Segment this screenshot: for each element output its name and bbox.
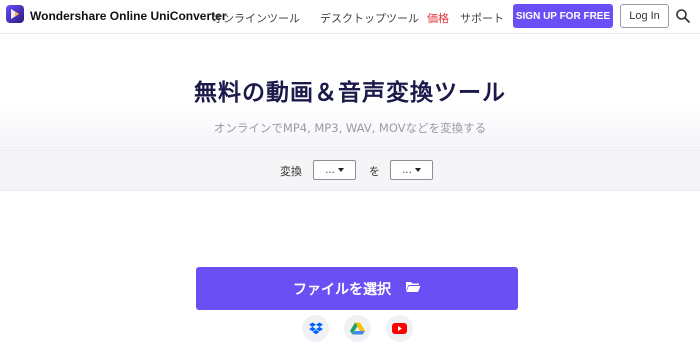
chevron-down-icon: [337, 168, 344, 172]
logo-icon[interactable]: [6, 5, 24, 23]
choose-file-button[interactable]: ファイルを選択: [196, 267, 518, 310]
search-icon[interactable]: [675, 8, 691, 24]
page-title: 無料の動画＆音声変換ツール: [194, 80, 506, 106]
chevron-down-icon: [414, 168, 421, 172]
top-navigation-bar: Wondershare Online UniConverter オンラインツール…: [0, 0, 700, 34]
google-drive-icon: [350, 322, 365, 335]
to-label: を: [369, 165, 380, 178]
source-format-value: ...: [325, 164, 335, 176]
dropbox-button[interactable]: [302, 315, 329, 342]
target-format-select[interactable]: ...: [390, 160, 433, 180]
brand-name[interactable]: Wondershare Online UniConverter: [30, 9, 226, 23]
folder-icon: [405, 280, 421, 297]
choose-file-label: ファイルを選択: [293, 281, 391, 298]
nav-desktop-tools[interactable]: デスクトップツール: [320, 10, 419, 26]
signup-button[interactable]: SIGN UP FOR FREE: [513, 4, 613, 28]
page-subtitle: オンラインでMP4, MP3, WAV, MOVなどを変換する: [213, 121, 487, 135]
google-drive-button[interactable]: [344, 315, 371, 342]
youtube-icon: [392, 323, 407, 334]
login-button[interactable]: Log In: [620, 4, 669, 28]
target-format-value: ...: [402, 164, 412, 176]
nav-support[interactable]: サポート: [460, 10, 504, 26]
dropbox-icon: [308, 322, 323, 335]
source-format-select[interactable]: ...: [313, 160, 356, 180]
nav-pricing[interactable]: 価格: [427, 10, 449, 26]
youtube-button[interactable]: [386, 315, 413, 342]
convert-label: 変換: [280, 165, 302, 178]
nav-online-tools[interactable]: オンラインツール: [212, 10, 300, 26]
